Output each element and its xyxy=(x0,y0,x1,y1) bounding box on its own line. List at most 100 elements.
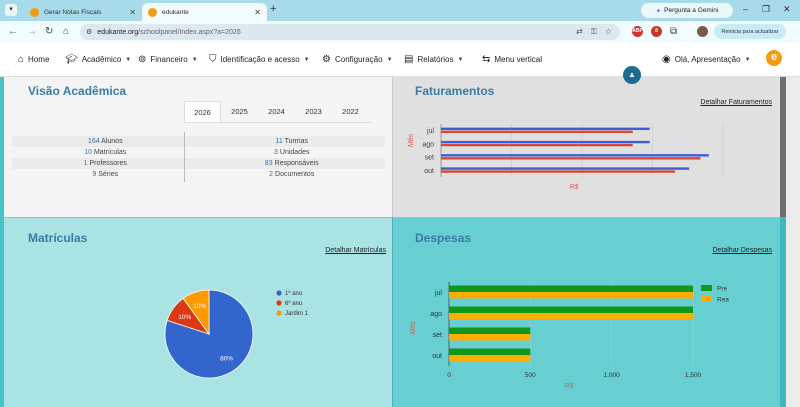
gemini-sparkle-icon: ✦ xyxy=(655,7,662,15)
extensions-puzzle-icon[interactable]: ⧉ xyxy=(670,26,677,37)
nav-financeiro[interactable]: ⊚ Financeiro ▼ xyxy=(138,54,198,65)
pie-value-label: 10% xyxy=(178,314,191,321)
x-tick-label: 1,000 xyxy=(604,372,621,379)
year-tab-2026[interactable]: 2026 xyxy=(184,101,221,123)
tab-title: Gerar Notas Fiscais xyxy=(44,8,102,16)
browser-toolbar: ← → ↻ ⌂ ⚙ edukante.org /schoolpanel/Inde… xyxy=(0,21,800,43)
stat-number: 11 xyxy=(275,138,283,145)
year-tab-2025[interactable]: 2025 xyxy=(221,101,258,123)
y-tick-label: ago xyxy=(422,141,434,148)
y-tick-label: set xyxy=(425,155,434,162)
billing-bar-series-2 xyxy=(441,157,701,160)
year-tab-2023[interactable]: 2023 xyxy=(295,101,332,123)
stat-classes[interactable]: 11 Turmas xyxy=(199,136,386,147)
edukante-logo[interactable]: e xyxy=(766,50,782,66)
stat-students[interactable]: 164 Alunos xyxy=(12,136,199,147)
stats-row: 9 Séries 2 Documentos xyxy=(12,169,385,180)
close-tab-icon[interactable]: ✕ xyxy=(254,8,261,17)
nav-identificacao-label: Identificação e acesso xyxy=(220,55,300,64)
y-tick-label: jul xyxy=(426,128,434,135)
stat-number: 9 xyxy=(92,171,97,178)
nav-academico[interactable]: 🎓︎ Acadêmico ▼ xyxy=(65,54,131,65)
nav-identificacao[interactable]: ⛉ Identificação e acesso ▼ xyxy=(209,54,310,65)
legend-label: Pre xyxy=(717,286,728,293)
billing-bar-series-1 xyxy=(441,167,690,170)
adblock-extension-icon[interactable]: ABP xyxy=(632,26,643,37)
forward-arrow-icon[interactable]: → xyxy=(27,26,37,37)
expense-bar-rea xyxy=(449,355,531,362)
panel-title: Visão Acadêmica xyxy=(28,84,127,98)
password-key-icon[interactable]: ⚿ xyxy=(591,27,597,37)
browser-tab-strip: ▾ Gerar Notas Fiscais ✕ edukante ✕ + ✦ P… xyxy=(0,0,800,21)
nav-home-label: Home xyxy=(28,55,50,64)
gear-icon: ⚙ xyxy=(322,54,331,65)
home-browser-icon[interactable]: ⌂ xyxy=(63,26,69,37)
user-menu[interactable]: ◉ Olá, Apresentação ▼ xyxy=(662,54,751,65)
chevron-down-icon: ▼ xyxy=(125,56,132,63)
nav-financeiro-label: Financeiro xyxy=(150,55,188,64)
expense-bar-pre xyxy=(449,285,693,292)
legend-swatch xyxy=(701,296,712,302)
bookmark-star-icon[interactable]: ☆ xyxy=(605,27,612,37)
reload-icon[interactable]: ↻ xyxy=(45,26,53,37)
billing-bar-series-2 xyxy=(441,130,633,134)
close-tab-icon[interactable]: ✕ xyxy=(129,8,136,17)
page-scroll-gutter[interactable] xyxy=(786,77,800,407)
legend-label: 1º ano xyxy=(285,290,303,297)
expense-bar-pre xyxy=(449,348,531,355)
stat-label: Matrículas xyxy=(93,149,127,156)
stat-enrollments[interactable]: 10 Matrículas xyxy=(12,147,199,158)
stat-grades[interactable]: 9 Séries xyxy=(12,169,199,180)
nav-menu-vertical-label: Menu vertical xyxy=(494,55,542,64)
stat-units[interactable]: 3 Unidades xyxy=(199,147,386,158)
stat-number: 10 xyxy=(84,149,93,156)
billing-bar-series-1 xyxy=(441,140,650,144)
user-menu-label: Olá, Apresentação xyxy=(674,55,741,64)
y-tick-label: jul xyxy=(434,290,442,297)
maximize-icon[interactable]: ❐ xyxy=(762,4,770,15)
legend-label: Rea xyxy=(717,297,729,304)
year-tab-2022[interactable]: 2022 xyxy=(332,101,369,123)
report-icon: ▤ xyxy=(404,54,414,65)
coins-icon: ⊚ xyxy=(138,54,147,65)
gemini-button[interactable]: ✦ Pergunta a Gemini xyxy=(641,3,733,18)
expense-bar-pre xyxy=(449,306,693,313)
stat-documents[interactable]: 2 Documentos xyxy=(199,169,386,180)
nav-menu-vertical[interactable]: ⇆ Menu vertical xyxy=(482,54,542,65)
site-favicon-icon xyxy=(148,7,157,17)
chevron-down-icon: ▼ xyxy=(457,56,464,63)
home-icon: ⌂ xyxy=(18,54,25,65)
collapse-up-button[interactable]: ▲ xyxy=(623,66,641,84)
y-axis-label: Mês xyxy=(408,133,415,147)
stats-row: 1 Professores 83 Responsáveis xyxy=(12,158,385,169)
chevron-down-icon: ▼ xyxy=(386,56,393,63)
expense-bar-rea xyxy=(449,292,693,299)
enrollments-pie-chart: 80% 10%10% 1º ano 6º ano Jardim 1 xyxy=(164,289,309,379)
browser-tab-active[interactable]: edukante ✕ xyxy=(142,3,267,21)
close-window-icon[interactable]: ✕ xyxy=(783,4,791,15)
browser-tab[interactable]: Gerar Notas Fiscais ✕ xyxy=(24,3,142,21)
tab-search-button[interactable]: ▾ xyxy=(5,4,17,16)
y-tick-label: ago xyxy=(430,311,442,318)
stat-guardians[interactable]: 83 Responsáveis xyxy=(199,158,386,169)
nav-configuracao[interactable]: ⚙ Configuração ▼ xyxy=(322,54,393,65)
stat-label: Responsáveis xyxy=(274,160,319,167)
stat-teachers[interactable]: 1 Professores xyxy=(12,158,199,169)
extension-badge-icon[interactable]: 8 xyxy=(651,26,662,37)
translate-icon[interactable]: ⇄ xyxy=(576,27,583,37)
minimize-icon[interactable]: – xyxy=(743,4,748,14)
nav-relatorios[interactable]: ▤ Relatórios ▼ xyxy=(404,54,463,65)
x-axis-label: R$ xyxy=(565,383,574,390)
url-path: /schoolpanel/Index.aspx?a=2026 xyxy=(138,28,241,36)
address-bar[interactable]: ⚙ edukante.org /schoolpanel/Index.aspx?a… xyxy=(80,24,620,40)
new-tab-button[interactable]: + xyxy=(270,3,276,15)
year-tab-2024[interactable]: 2024 xyxy=(258,101,295,123)
user-circle-icon: ◉ xyxy=(662,54,671,65)
nav-home[interactable]: ⌂ Home xyxy=(18,54,49,65)
site-info-icon[interactable]: ⚙ xyxy=(86,28,92,36)
profile-avatar-icon[interactable] xyxy=(697,26,708,37)
relaunch-update-button[interactable]: Reinicia para actualizar xyxy=(714,24,786,39)
tab-title: edukante xyxy=(162,8,189,16)
back-arrow-icon[interactable]: ← xyxy=(8,26,18,37)
year-tabs: 2026 2025 2024 2023 2022 xyxy=(184,101,369,123)
